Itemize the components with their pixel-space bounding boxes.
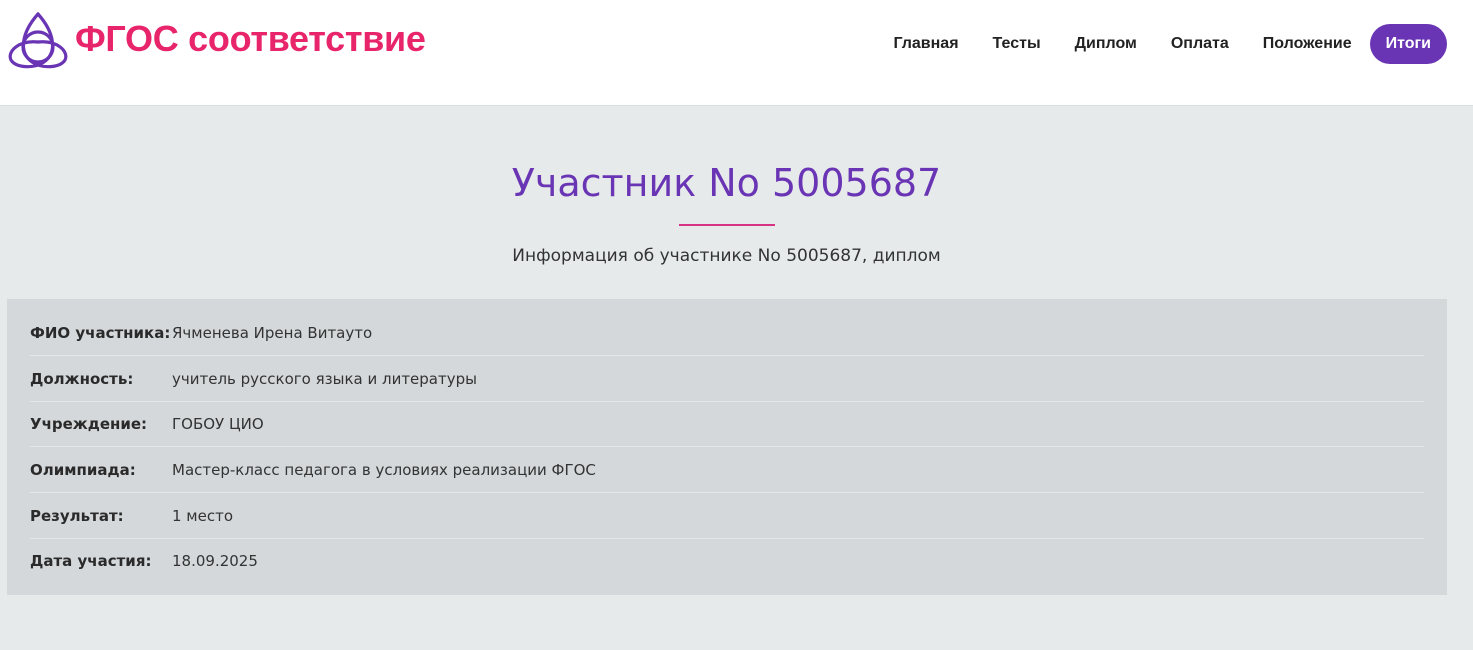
info-value: 1 место xyxy=(172,506,234,525)
info-value: 18.09.2025 xyxy=(172,552,258,570)
main-nav: Главная Тесты Диплом Оплата Положение Ит… xyxy=(893,24,1447,64)
info-label: Дата участия: xyxy=(30,552,152,570)
info-value: Мастер-класс педагога в условиях реализа… xyxy=(172,460,596,479)
info-row-olympiad: Олимпиада: Мастер-класс педагога в услов… xyxy=(30,447,1424,493)
nav-item-home[interactable]: Главная xyxy=(893,35,958,53)
info-row-institution: Учреждение: ГОБОУ ЦИО xyxy=(30,401,1424,447)
logo[interactable]: ФГОС соответствие xyxy=(8,12,426,70)
info-label: Должность: xyxy=(30,369,134,388)
nav-item-tests[interactable]: Тесты xyxy=(993,35,1041,53)
info-row-date: Дата участия: 18.09.2025 xyxy=(30,538,1424,584)
nav-item-diploma[interactable]: Диплом xyxy=(1075,35,1137,53)
participant-info-panel: ФИО участника: Ячменева Ирена Витауто До… xyxy=(7,299,1447,595)
nav-item-payment[interactable]: Оплата xyxy=(1171,35,1229,53)
title-divider xyxy=(679,224,775,226)
info-value: Ячменева Ирена Витауто xyxy=(172,323,373,342)
info-label: Олимпиада: xyxy=(30,460,136,479)
page-subtitle: Информация об участнике No 5005687, дипл… xyxy=(512,246,941,266)
logo-text: ФГОС соответствие xyxy=(75,18,426,59)
nav-item-regulations[interactable]: Положение xyxy=(1263,35,1352,53)
site-header: ФГОС соответствие Главная Тесты Диплом О… xyxy=(0,0,1473,106)
info-value: учитель русского языка и литературы xyxy=(172,369,477,388)
info-label: ФИО участника: xyxy=(30,323,171,342)
triquetra-icon xyxy=(8,12,68,69)
info-row-position: Должность: учитель русского языка и лите… xyxy=(30,356,1424,402)
page-title: Участник No 5005687 xyxy=(511,161,942,205)
nav-item-results[interactable]: Итоги xyxy=(1369,24,1447,64)
info-row-fullname: ФИО участника: Ячменева Ирена Витауто xyxy=(30,310,1424,356)
info-row-result: Результат: 1 место xyxy=(30,493,1424,539)
info-value: ГОБОУ ЦИО xyxy=(172,414,264,433)
info-label: Учреждение: xyxy=(30,414,148,433)
info-label: Результат: xyxy=(30,506,124,525)
